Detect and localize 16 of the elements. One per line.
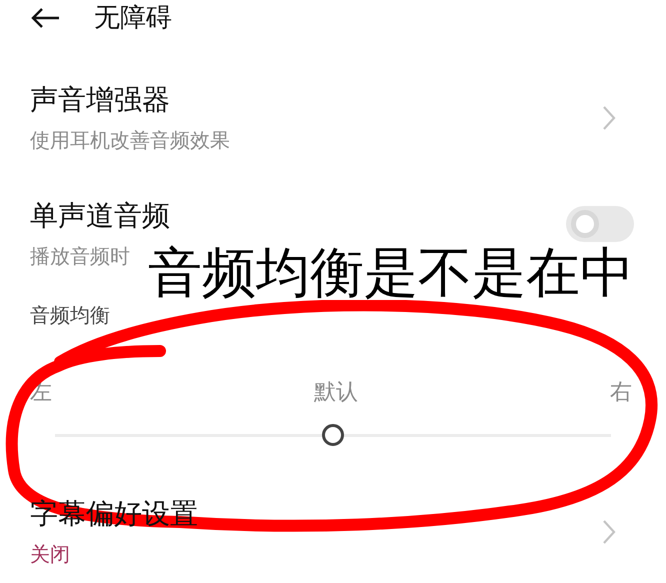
toggle-switch[interactable] — [566, 206, 634, 242]
page-title: 无障碍 — [94, 2, 172, 34]
setting-description: 播放音频时 — [30, 243, 130, 269]
setting-value: 关闭 — [30, 541, 71, 567]
annotation-text: 音频均衡是不是在中 — [148, 246, 634, 300]
setting-title: 单声道音频 — [30, 199, 171, 233]
slider-thumb[interactable] — [322, 424, 344, 446]
setting-description: 使用耳机改善音频效果 — [30, 127, 230, 153]
chevron-right-icon — [602, 519, 616, 545]
default-label: 默认 — [313, 379, 358, 407]
balance-slider[interactable] — [55, 423, 611, 447]
chevron-right-icon — [602, 105, 616, 131]
setting-title: 声音增强器 — [30, 83, 171, 117]
section-label: 音频均衡 — [30, 302, 111, 329]
right-label: 右 — [610, 379, 633, 407]
back-arrow-icon[interactable] — [30, 7, 60, 29]
